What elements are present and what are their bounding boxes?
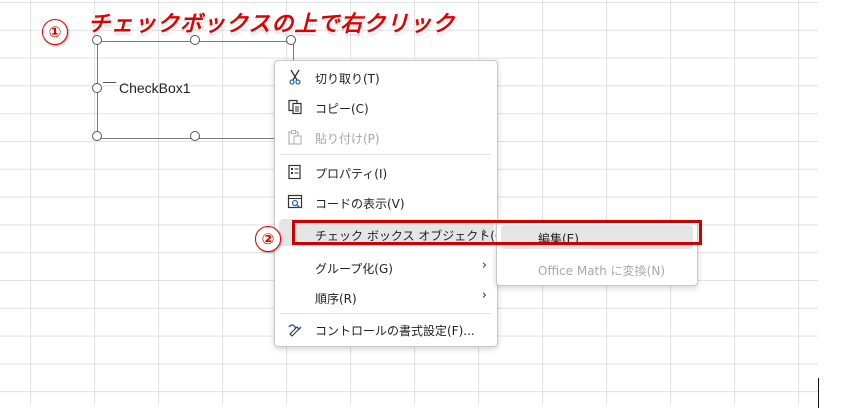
menu-label-copy: コピー(C) bbox=[315, 102, 369, 116]
resize-handle-tr[interactable] bbox=[286, 35, 296, 45]
format-control-icon bbox=[287, 321, 303, 337]
menu-label-format-control: コントロールの書式設定(F)... bbox=[315, 324, 475, 338]
submenu-item-office-math[interactable]: Office Math に変換(N) bbox=[538, 262, 665, 279]
menu-label-properties: プロパティ(I) bbox=[315, 167, 388, 181]
resize-handle-bc[interactable] bbox=[190, 131, 200, 141]
checkbox-label[interactable]: CheckBox1 bbox=[119, 80, 191, 96]
resize-handle-bl[interactable] bbox=[92, 131, 102, 141]
copy-icon bbox=[287, 99, 303, 115]
resize-handle-ml[interactable] bbox=[92, 83, 102, 93]
menu-label-order: 順序(R) bbox=[315, 292, 357, 306]
cursor-mark bbox=[818, 378, 819, 408]
chevron-right-icon: › bbox=[481, 258, 487, 273]
annotation-title: チェックボックスの上で右クリック bbox=[88, 12, 456, 37]
sheet-edge bbox=[818, 0, 844, 413]
menu-item-order[interactable]: 順序(R) › bbox=[275, 283, 497, 311]
annotation-highlight-box bbox=[292, 220, 702, 245]
menu-separator bbox=[281, 313, 491, 314]
checkbox-box[interactable] bbox=[103, 82, 116, 83]
view-code-icon bbox=[287, 194, 303, 210]
context-menu: 切り取り(T) コピー(C) 貼り付け(P) プロパティ(I) コードの表示(V… bbox=[274, 60, 509, 347]
menu-item-copy[interactable]: コピー(C) bbox=[275, 93, 497, 121]
resize-handle-tc[interactable] bbox=[190, 35, 200, 45]
step-1-badge: ① bbox=[42, 19, 68, 45]
step-2-badge: ② bbox=[255, 226, 281, 252]
menu-item-format-control[interactable]: コントロールの書式設定(F)... bbox=[275, 315, 497, 343]
menu-label-cut: 切り取り(T) bbox=[315, 72, 380, 86]
clipboard-icon bbox=[287, 129, 303, 145]
chevron-right-icon: › bbox=[481, 288, 487, 303]
resize-handle-tl[interactable] bbox=[92, 35, 102, 45]
menu-item-group[interactable]: グループ化(G) › bbox=[275, 253, 497, 281]
menu-item-cut[interactable]: 切り取り(T) bbox=[275, 63, 497, 91]
menu-item-paste[interactable]: 貼り付け(P) bbox=[275, 123, 497, 151]
menu-label-view-code: コードの表示(V) bbox=[315, 197, 405, 211]
properties-icon bbox=[287, 164, 303, 180]
menu-item-properties[interactable]: プロパティ(I) bbox=[275, 158, 497, 186]
menu-label-paste: 貼り付け(P) bbox=[315, 132, 380, 146]
menu-item-view-code[interactable]: コードの表示(V) bbox=[275, 188, 497, 216]
menu-separator bbox=[281, 154, 491, 155]
menu-label-group: グループ化(G) bbox=[315, 262, 393, 276]
scissors-icon bbox=[287, 69, 303, 85]
